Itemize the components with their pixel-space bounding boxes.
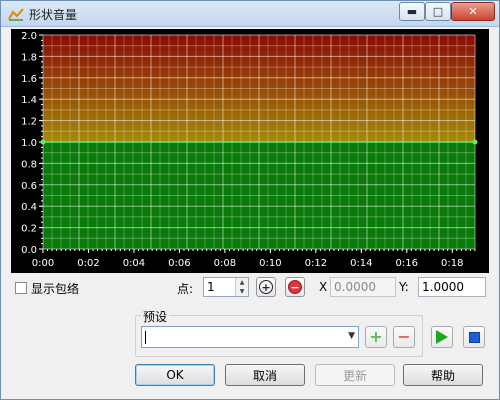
dialog-window: 形状音量 ▬ □ ✕ 0.0 0.2 0.4 0.6 0.8 1.0 1.2 1.4 1.6 1.… bbox=[0, 0, 500, 400]
close-button[interactable]: ✕ bbox=[451, 2, 495, 21]
preset-combobox[interactable]: ▼ bbox=[141, 326, 359, 348]
window-title: 形状音量 bbox=[29, 8, 78, 22]
point-value: 1 bbox=[207, 280, 215, 294]
app-volume-icon bbox=[8, 8, 24, 21]
minus-icon: − bbox=[397, 327, 411, 346]
play-button[interactable] bbox=[431, 326, 453, 348]
envelope-point[interactable] bbox=[472, 139, 478, 145]
title-bar[interactable]: 形状音量 ▬ □ ✕ bbox=[1, 1, 499, 27]
x-tick-label: 0:14 bbox=[350, 258, 372, 269]
show-envelope-label: 显示包络 bbox=[31, 282, 80, 296]
chevron-down-icon[interactable]: ▼ bbox=[348, 331, 355, 341]
x-tick-label: 0:04 bbox=[123, 258, 145, 269]
point-spinbox[interactable]: 1 ▲ ▼ bbox=[203, 277, 249, 297]
x-tick-label: 0:02 bbox=[77, 258, 99, 269]
minus-circle-icon: − bbox=[288, 280, 302, 294]
y-tick-label: 1.4 bbox=[21, 95, 37, 106]
y-tick-label: 1.2 bbox=[21, 117, 37, 128]
cancel-button[interactable]: 取消 bbox=[225, 364, 305, 386]
ok-button[interactable]: OK bbox=[135, 364, 215, 386]
y-label: Y: bbox=[399, 280, 409, 294]
x-field[interactable]: 0.0000 bbox=[330, 277, 396, 297]
y-tick-label: 1.6 bbox=[21, 74, 37, 85]
x-label: X bbox=[319, 280, 328, 294]
remove-preset-button[interactable]: − bbox=[393, 326, 415, 348]
y-tick-label: 0.0 bbox=[21, 245, 37, 256]
y-field[interactable]: 1.0000 bbox=[418, 277, 486, 297]
x-tick-label: 0:08 bbox=[214, 258, 236, 269]
plus-icon: + bbox=[369, 327, 383, 346]
spin-arrows-icon[interactable]: ▲ ▼ bbox=[235, 278, 248, 296]
y-tick-label: 1.0 bbox=[21, 138, 37, 149]
preset-group-title: 预设 bbox=[141, 308, 170, 325]
x-tick-label: 0:12 bbox=[305, 258, 327, 269]
add-preset-button[interactable]: + bbox=[365, 326, 387, 348]
y-tick-label: 0.8 bbox=[21, 159, 37, 170]
y-tick-label: 2.0 bbox=[21, 31, 37, 42]
play-icon bbox=[436, 330, 448, 344]
update-button[interactable]: 更新 bbox=[315, 364, 395, 386]
add-point-button[interactable]: + bbox=[256, 277, 276, 297]
volume-envelope-graph[interactable]: 0.0 0.2 0.4 0.6 0.8 1.0 1.2 1.4 1.6 1.8 2.0 0:00 0:0… bbox=[11, 29, 489, 273]
stop-button[interactable] bbox=[463, 326, 485, 348]
plus-circle-icon: + bbox=[259, 280, 273, 294]
x-tick-label: 0:16 bbox=[396, 258, 418, 269]
y-tick-label: 0.6 bbox=[21, 181, 37, 192]
x-tick-label: 0:06 bbox=[168, 258, 190, 269]
x-tick-label: 0:10 bbox=[259, 258, 281, 269]
y-tick-label: 0.2 bbox=[21, 224, 37, 235]
show-envelope-checkbox[interactable] bbox=[15, 282, 27, 294]
y-tick-label: 0.4 bbox=[21, 202, 37, 213]
x-tick-label: 0:00 bbox=[32, 258, 54, 269]
help-button[interactable]: 帮助 bbox=[403, 364, 483, 386]
y-tick-label: 1.8 bbox=[21, 52, 37, 63]
text-cursor bbox=[145, 331, 146, 344]
point-label: 点: bbox=[177, 282, 194, 296]
remove-point-button[interactable]: − bbox=[285, 277, 305, 297]
stop-icon bbox=[468, 331, 480, 343]
maximize-button[interactable]: □ bbox=[425, 2, 451, 21]
envelope-point[interactable] bbox=[40, 139, 46, 145]
x-tick-label: 0:18 bbox=[441, 258, 463, 269]
envelope-chart[interactable]: 0.0 0.2 0.4 0.6 0.8 1.0 1.2 1.4 1.6 1.8 2.0 0:00 0:0… bbox=[11, 29, 489, 273]
minimize-button[interactable]: ▬ bbox=[399, 2, 425, 21]
